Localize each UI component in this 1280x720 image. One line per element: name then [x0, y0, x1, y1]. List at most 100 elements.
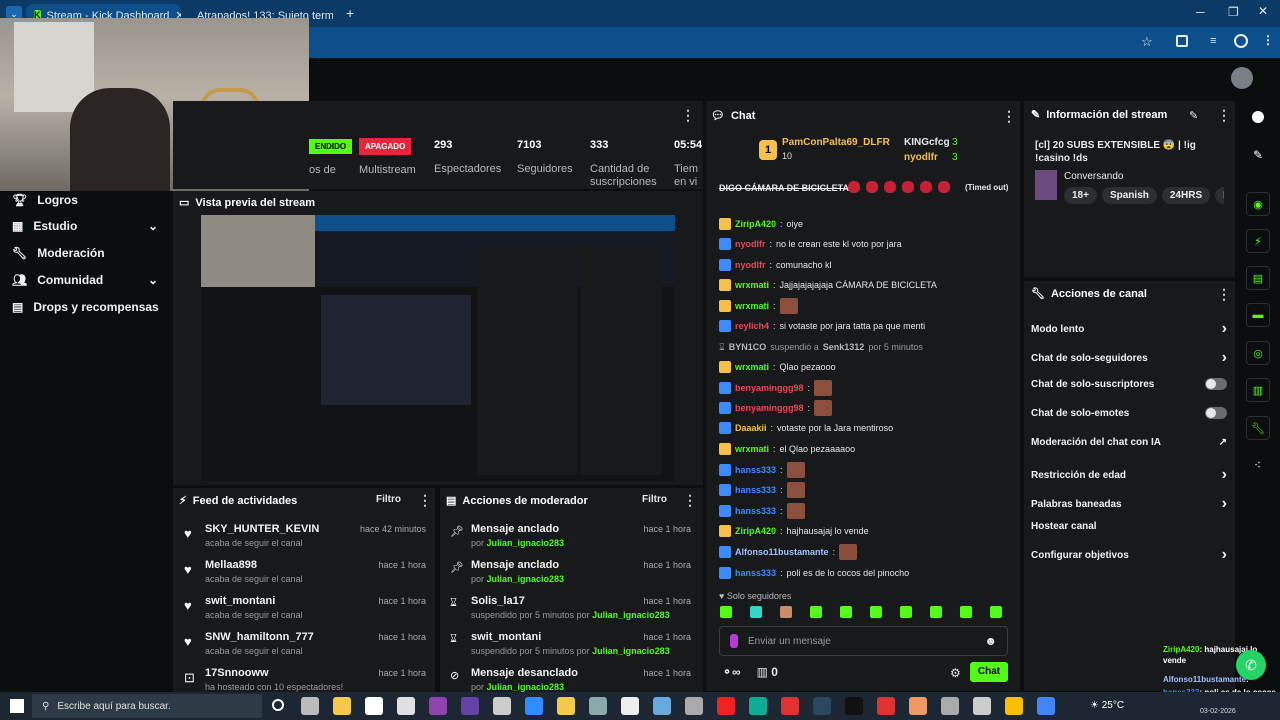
channel-action-item[interactable]: Restricción de edad ›: [1031, 466, 1227, 484]
taskbar-app-icon[interactable]: [397, 697, 415, 715]
top-gifter-name[interactable]: PamConPalta69_DLFR: [782, 137, 890, 148]
toggle-switch[interactable]: [1205, 407, 1227, 419]
emote[interactable]: [900, 606, 912, 618]
chat-username[interactable]: BYN1CO: [729, 342, 767, 352]
layout-icon[interactable]: ▥: [1246, 378, 1270, 402]
taskbar-app-icon[interactable]: [973, 697, 991, 715]
emote[interactable]: [750, 606, 762, 618]
windows-start-icon[interactable]: [10, 699, 24, 713]
mod-action-user[interactable]: Julian_ignacio283: [592, 646, 670, 656]
chat-username[interactable]: ZiripA420: [735, 526, 776, 536]
kebab-menu-icon[interactable]: ⋮: [681, 108, 695, 123]
channel-action-item[interactable]: Moderación del chat con IA ↗: [1031, 437, 1227, 448]
sidebar-item-comunidad[interactable]: 👥︎ Comunidad ⌄: [12, 273, 158, 287]
taskbar-app-icon[interactable]: [493, 697, 511, 715]
chat-username[interactable]: nyodlfr: [735, 260, 766, 270]
gifter-3-name[interactable]: nyodlfr: [904, 152, 938, 163]
user-avatar[interactable]: [1231, 67, 1253, 89]
chat-send-button[interactable]: Chat: [970, 662, 1008, 682]
profile-icon[interactable]: [1234, 34, 1248, 48]
taskbar-app-icon[interactable]: [909, 697, 927, 715]
kebab-menu-icon[interactable]: ⋮: [418, 493, 432, 507]
sidebar-item-drops[interactable]: ▤ Drops y recompensas: [12, 300, 159, 314]
emote[interactable]: [930, 606, 942, 618]
mod-filter-button[interactable]: Filtro: [642, 494, 667, 505]
taskbar-app-icon[interactable]: [845, 697, 863, 715]
chat-username[interactable]: Alfonso11bustamante: [735, 547, 829, 557]
emote-bar[interactable]: [720, 606, 1002, 618]
temperature-widget[interactable]: ☀ 25°C: [1090, 700, 1124, 711]
taskbar-app-icon[interactable]: [1037, 697, 1055, 715]
feed-username[interactable]: Mellaa898: [205, 559, 303, 571]
emote[interactable]: [870, 606, 882, 618]
sidebar-item-estudio[interactable]: ▦ Estudio ⌄: [12, 219, 158, 233]
tag-pill[interactable]: 24HRS: [1161, 187, 1211, 204]
taskbar-app-icon[interactable]: [333, 697, 351, 715]
mod-action-title[interactable]: swit_montani: [471, 631, 670, 643]
more-icon[interactable]: ⁖: [1254, 458, 1261, 472]
browser-menu-icon[interactable]: ⋮: [1262, 33, 1274, 47]
whatsapp-icon[interactable]: ✆: [1236, 650, 1266, 680]
mod-action-title[interactable]: Solis_la17: [471, 595, 670, 607]
close-window-button[interactable]: ✕: [1258, 4, 1268, 18]
taskbar-app-icon[interactable]: [749, 697, 767, 715]
chat-input[interactable]: Enviar un mensaje ☻: [719, 626, 1008, 656]
mod-action-user[interactable]: Julian_ignacio283: [592, 610, 670, 620]
chat-username[interactable]: hanss333: [735, 485, 776, 495]
mod-action-user[interactable]: Julian_ignacio283: [487, 574, 565, 584]
tag-pill[interactable]: 18+: [1064, 187, 1097, 204]
chat-bubble-icon[interactable]: ▬: [1246, 303, 1270, 327]
bookmark-star-icon[interactable]: ☆: [1141, 34, 1153, 50]
feed-username[interactable]: swit_montani: [205, 595, 303, 607]
channel-action-item[interactable]: Configurar objetivos ›: [1031, 546, 1227, 564]
feed-username[interactable]: SKY_HUNTER_KEVIN: [205, 523, 319, 535]
gift-points-icon[interactable]: ▥ 0: [757, 665, 778, 679]
sidebar-item-logros[interactable]: 🏆︎ Logros: [12, 193, 78, 207]
toggle-switch[interactable]: [1205, 378, 1227, 390]
chat-username[interactable]: nyodlfr: [735, 239, 766, 249]
taskbar-app-icon[interactable]: [429, 697, 447, 715]
taskbar-app-icon[interactable]: [781, 697, 799, 715]
emote[interactable]: [840, 606, 852, 618]
mod-action-title[interactable]: Mensaje desanclado: [471, 667, 578, 679]
edit-icon[interactable]: ✎: [1189, 109, 1198, 122]
maximize-button[interactable]: ❐: [1228, 5, 1239, 19]
channel-action-item[interactable]: Chat de solo-suscriptores: [1031, 378, 1227, 390]
sidebar-item-moderacion[interactable]: 🔧︎ Moderación: [12, 246, 105, 260]
kebab-menu-icon[interactable]: ⋮: [1217, 287, 1231, 301]
document-icon[interactable]: ▤: [1246, 266, 1270, 290]
camera-icon[interactable]: ◉: [1246, 192, 1270, 216]
broadcast-icon[interactable]: ◎: [1246, 341, 1270, 365]
gear-icon[interactable]: ⚙: [950, 666, 961, 680]
feed-filter-button[interactable]: Filtro: [376, 494, 401, 505]
mod-action-title[interactable]: Mensaje anclado: [471, 523, 564, 535]
chat-username[interactable]: benyaminggg98: [735, 383, 804, 393]
emote[interactable]: [720, 606, 732, 618]
taskbar-search[interactable]: ⚲ Escribe aquí para buscar.: [32, 694, 262, 718]
emoji-icon[interactable]: ☻: [984, 634, 997, 648]
channel-action-item[interactable]: Palabras baneadas ›: [1031, 495, 1227, 513]
chat-username[interactable]: hanss333: [735, 506, 776, 516]
taskbar-app-icon[interactable]: [525, 697, 543, 715]
tag-pill[interactable]: BYN1C: [1215, 187, 1224, 204]
feed-username[interactable]: 17Snnooww: [205, 667, 343, 679]
kebab-menu-icon[interactable]: ⋮: [1002, 109, 1016, 123]
media-control-icon[interactable]: ≡: [1210, 35, 1216, 47]
taskbar-app-icon[interactable]: [717, 697, 735, 715]
taskbar-app-icon[interactable]: [653, 697, 671, 715]
taskbar-app-icon[interactable]: [941, 697, 959, 715]
chat-target-user[interactable]: Senk1312: [823, 342, 865, 352]
wrench-icon[interactable]: 🔧︎: [1246, 416, 1270, 440]
taskbar-app-icon[interactable]: [877, 697, 895, 715]
kebab-menu-icon[interactable]: ⋮: [1217, 108, 1231, 122]
emote[interactable]: [780, 606, 792, 618]
mod-action-title[interactable]: Mensaje anclado: [471, 559, 564, 571]
chat-username[interactable]: hanss333: [735, 568, 776, 578]
mod-action-user[interactable]: Julian_ignacio283: [487, 538, 565, 548]
chat-username[interactable]: benyaminggg98: [735, 403, 804, 413]
chat-username[interactable]: ZiripA420: [735, 219, 776, 229]
minimize-button[interactable]: ─: [1196, 5, 1205, 19]
chat-username[interactable]: reylich4: [735, 321, 769, 331]
chat-username[interactable]: wrxmati: [735, 280, 769, 290]
mod-action-user[interactable]: Julian_ignacio283: [487, 682, 565, 692]
